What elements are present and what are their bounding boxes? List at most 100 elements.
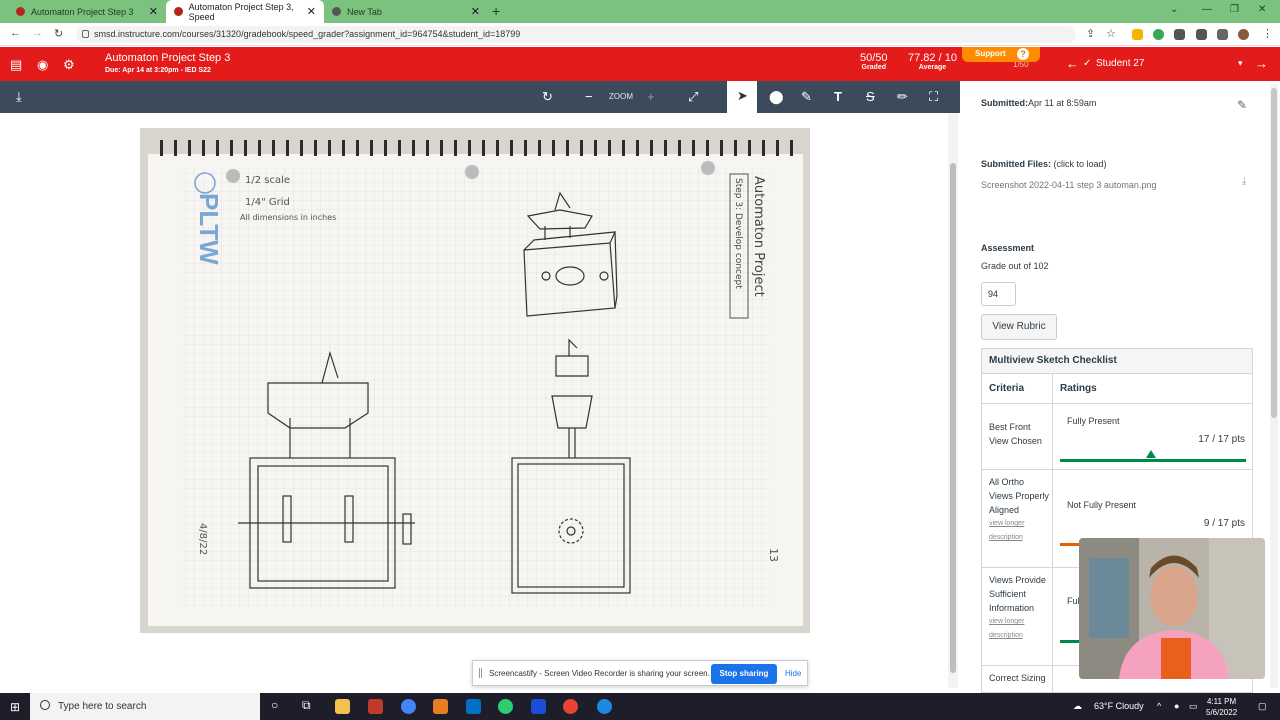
app-icon[interactable] xyxy=(531,699,546,714)
zoom-in-icon[interactable]: + xyxy=(647,89,655,104)
support-button[interactable]: Support ? xyxy=(962,47,1040,62)
file-download-icon[interactable]: ⤓ xyxy=(1242,176,1246,187)
drive-extension-icon[interactable] xyxy=(1132,29,1143,40)
tray-chevron-icon[interactable]: ^ xyxy=(1157,701,1161,711)
zoom-out-icon[interactable]: − xyxy=(585,89,593,104)
globe-icon xyxy=(332,7,341,16)
chrome-icon[interactable] xyxy=(401,699,416,714)
cortana-icon[interactable]: ○ xyxy=(271,698,278,712)
stop-sharing-button[interactable]: Stop sharing xyxy=(711,664,777,684)
puzzle-extensions-icon[interactable] xyxy=(1174,29,1185,40)
file-explorer-icon[interactable] xyxy=(335,699,350,714)
area-select-icon[interactable]: ⛶ xyxy=(929,89,938,105)
browser-tab[interactable]: Automaton Project Step 3 ✕ xyxy=(8,0,166,23)
download-icon[interactable]: ⤓ xyxy=(16,89,22,105)
scrollbar-thumb[interactable] xyxy=(1271,88,1277,418)
edit-pencil-icon[interactable]: ✎ xyxy=(1237,98,1247,112)
assignment-title[interactable]: Automaton Project Step 3 xyxy=(105,52,230,64)
bookmark-star-icon[interactable]: ☆ xyxy=(1106,27,1116,40)
url-field[interactable]: smsd.instructure.com/courses/31320/grade… xyxy=(76,26,1076,43)
close-window-icon[interactable]: ✕ xyxy=(1258,4,1266,15)
eye-icon[interactable]: ◉ xyxy=(37,57,48,73)
hide-button[interactable]: Hide xyxy=(785,669,801,678)
submitted-file-link[interactable]: Screenshot 2022-04-11 step 3 automan.png xyxy=(981,180,1156,190)
profile-avatar[interactable] xyxy=(1238,29,1249,40)
windows-taskbar: ⊞ Type here to search ○ ⧉ ☁ 63°F Cloudy … xyxy=(0,693,1280,720)
outlook-icon[interactable] xyxy=(466,699,481,714)
sketch-step: Step 3: Develop concept xyxy=(733,178,743,289)
rotate-icon[interactable]: ↻ xyxy=(542,89,553,105)
internet-explorer-icon[interactable] xyxy=(597,699,612,714)
rating-label[interactable]: Not Fully Present xyxy=(1067,500,1136,510)
gear-icon[interactable]: ⚙ xyxy=(63,57,75,73)
windows-start-icon[interactable]: ⊞ xyxy=(10,700,20,714)
canvas-favicon-icon xyxy=(174,7,183,16)
share-icon[interactable]: ⇪ xyxy=(1086,27,1095,40)
microphone-icon[interactable]: ● xyxy=(1174,701,1179,711)
graded-stat: 50/50 Graded xyxy=(860,52,888,71)
rating-bar xyxy=(1060,459,1246,462)
restore-icon[interactable]: ❐ xyxy=(1230,4,1239,15)
zoom-label: ZOOM xyxy=(609,92,633,101)
system-clock[interactable]: 4:11 PM 5/6/2022 xyxy=(1206,696,1237,718)
tab-search-icon[interactable]: ⌄ xyxy=(1170,4,1178,15)
document-scrollbar[interactable] xyxy=(948,113,958,688)
gradebook-icon[interactable]: ▤ xyxy=(10,57,22,73)
browser-tab[interactable]: New Tab ✕ xyxy=(324,0,488,23)
new-tab-button[interactable]: + xyxy=(492,3,500,19)
panel-scrollbar[interactable] xyxy=(1270,84,1278,688)
taskbar-search-box[interactable]: Type here to search xyxy=(30,693,260,720)
app-icon[interactable] xyxy=(498,699,513,714)
tab-title: Automaton Project Step 3 xyxy=(31,6,134,17)
scrollbar-thumb[interactable] xyxy=(950,163,956,673)
close-tab-icon[interactable]: ✕ xyxy=(471,5,480,18)
app-icon[interactable] xyxy=(368,699,383,714)
close-tab-icon[interactable]: ✕ xyxy=(307,5,316,18)
rating-label[interactable]: Ful xyxy=(1067,596,1080,606)
rubric-title: Multiview Sketch Checklist xyxy=(982,349,1252,374)
browser-tab-strip: Automaton Project Step 3 ✕ Automaton Pro… xyxy=(0,0,1280,23)
pin-comment-icon[interactable]: ⬤ xyxy=(769,89,784,105)
rating-points: 17 / 17 pts xyxy=(1198,434,1245,445)
select-tool[interactable]: ➤ xyxy=(727,81,757,113)
student-selector[interactable]: ✓ Student 27 xyxy=(1083,58,1144,69)
sketch-grid-note: 1/4" Grid xyxy=(245,197,290,208)
search-icon xyxy=(40,700,50,710)
drag-handle-icon[interactable] xyxy=(479,668,482,678)
notifications-icon[interactable]: ▢ xyxy=(1258,701,1267,712)
browser-tab-active[interactable]: Automaton Project Step 3, Speed ✕ xyxy=(166,0,324,23)
sketch-dims-note: All dimensions in inches xyxy=(240,213,336,222)
task-view-icon[interactable]: ⧉ xyxy=(302,698,311,713)
view-rubric-button[interactable]: View Rubric xyxy=(981,314,1057,340)
strikeout-icon[interactable]: S xyxy=(866,89,875,104)
active-app-icon[interactable] xyxy=(433,699,448,714)
reload-icon[interactable]: ↻ xyxy=(54,27,63,40)
chrome-icon[interactable] xyxy=(563,699,578,714)
sidebar-icon[interactable] xyxy=(1196,29,1207,40)
highlight-pen-icon[interactable]: ✎ xyxy=(801,89,812,105)
forward-icon[interactable]: → xyxy=(32,27,43,39)
criteria-text: Views Provide Sufficient Information xyxy=(989,575,1046,613)
download-icon[interactable] xyxy=(1217,29,1228,40)
text-tool-icon[interactable]: T xyxy=(834,89,842,104)
clock-time: 4:11 PM xyxy=(1206,697,1237,706)
grade-input[interactable]: 94 xyxy=(981,282,1016,306)
files-hint: (click to load) xyxy=(1053,159,1107,169)
due-date: Due: Apr 14 at 3:20pm - IED S22 xyxy=(105,67,211,74)
back-icon[interactable]: ← xyxy=(10,27,21,39)
next-student-icon[interactable]: → xyxy=(1255,56,1268,71)
previous-student-icon[interactable]: ← xyxy=(1066,56,1079,71)
network-icon[interactable]: ▭ xyxy=(1189,701,1198,712)
minimize-icon[interactable]: — xyxy=(1202,4,1212,15)
extension-icon[interactable] xyxy=(1153,29,1164,40)
draw-brush-icon[interactable]: ✏ xyxy=(897,89,908,105)
fullscreen-icon[interactable]: ⤢ xyxy=(688,89,698,105)
close-tab-icon[interactable]: ✕ xyxy=(149,5,158,18)
rating-label[interactable]: Fully Present xyxy=(1067,416,1120,426)
student-dropdown-icon[interactable]: ▾ xyxy=(1238,58,1243,69)
student-sketch-image: PLTW 1/2 scale 1/4" Grid All dimensions … xyxy=(140,128,810,633)
menu-icon[interactable]: ⋮ xyxy=(1262,27,1273,40)
longer-description-link[interactable]: view longer description xyxy=(989,615,1049,643)
weather-text[interactable]: 63°F Cloudy xyxy=(1094,701,1144,711)
longer-description-link[interactable]: view longer description xyxy=(989,517,1049,545)
